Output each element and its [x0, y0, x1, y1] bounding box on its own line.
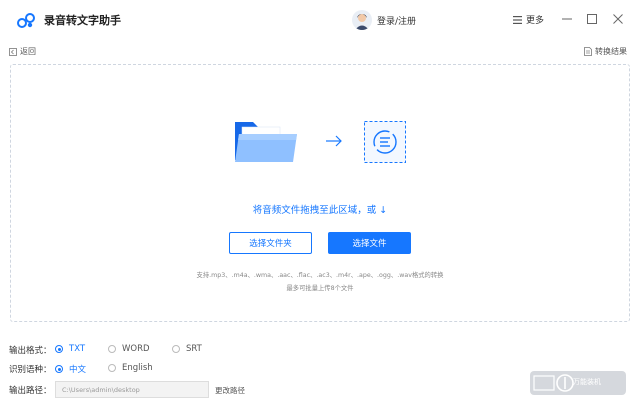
back-button[interactable]: 返回: [9, 46, 36, 57]
more-menu-button[interactable]: 更多: [513, 13, 544, 26]
supported-formats-text: 支持.mp3、.m4a、.wma、.aac、.flac、.ac3、.m4r、.a…: [196, 272, 444, 279]
language-label-english: English: [122, 363, 153, 373]
avatar[interactable]: [352, 10, 372, 30]
language-radio-chinese[interactable]: 中文: [55, 363, 86, 375]
radio-dot: [108, 364, 116, 372]
radio-dot: [172, 345, 180, 353]
conversion-result-button[interactable]: 转换结果: [584, 46, 627, 57]
menu-icon: [513, 15, 522, 24]
back-label: 返回: [20, 47, 36, 56]
upload-limit-text: 最多可批量上传8个文件: [286, 285, 354, 292]
format-radio-srt[interactable]: SRT: [172, 344, 202, 354]
language-radio-english[interactable]: English: [108, 363, 153, 373]
format-radio-txt[interactable]: TXT: [55, 344, 85, 354]
more-label: 更多: [526, 16, 545, 26]
format-label-word: WORD: [122, 344, 150, 354]
language-label-chinese: 中文: [69, 365, 87, 375]
app-title: 录音转文字助手: [44, 14, 121, 27]
sub-toolbar: 返回 转换结果: [0, 40, 640, 64]
maximize-icon[interactable]: [585, 12, 599, 26]
user-avatar-icon: [355, 14, 369, 30]
minimize-icon[interactable]: [560, 12, 574, 26]
output-path-label: 输出路径：: [9, 386, 52, 396]
arrow-right-icon: [326, 135, 342, 147]
radio-dot: [55, 345, 63, 353]
close-icon[interactable]: [611, 12, 625, 26]
document-icon: [584, 47, 592, 56]
watermark-text: 万能装机: [573, 378, 601, 386]
drop-hint-text: 将音频文件拖拽至此区域，或 ↓: [252, 205, 388, 216]
back-icon: [9, 47, 17, 56]
format-radio-word[interactable]: WORD: [108, 344, 150, 354]
radio-dot: [55, 365, 63, 373]
output-format-label: 输出格式：: [9, 346, 52, 356]
language-label: 识别语种：: [9, 365, 52, 375]
app-logo-icon: [17, 13, 35, 28]
output-path-input[interactable]: [55, 381, 209, 398]
change-path-button[interactable]: 更改路径: [215, 385, 245, 396]
login-register-link[interactable]: 登录/注册: [377, 14, 416, 27]
radio-dot: [108, 345, 116, 353]
format-label-srt: SRT: [186, 344, 202, 354]
select-folder-button[interactable]: 选择文件夹: [229, 232, 312, 254]
format-label-txt: TXT: [69, 344, 86, 354]
convert-icon: [364, 121, 406, 163]
conversion-result-label: 转换结果: [595, 47, 627, 56]
folder-icon: [235, 122, 297, 162]
title-bar: 录音转文字助手 登录/注册 更多: [0, 0, 640, 40]
select-file-button[interactable]: 选择文件: [328, 232, 411, 254]
